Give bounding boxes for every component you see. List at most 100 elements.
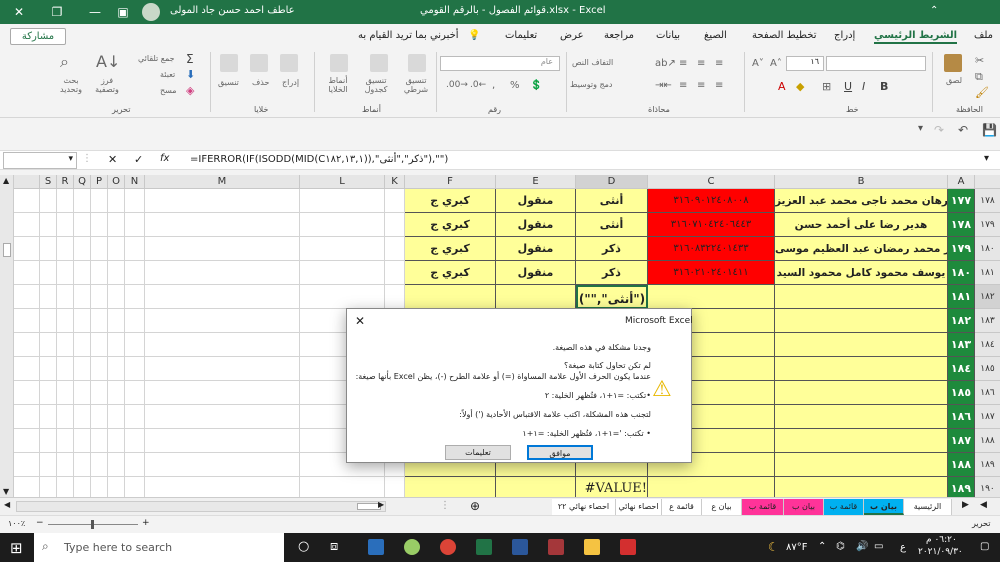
tab-review[interactable]: مراجعة	[604, 30, 634, 41]
cell-o[interactable]	[108, 285, 125, 309]
cell-o[interactable]	[108, 453, 125, 477]
cell-q[interactable]	[74, 309, 91, 333]
column-header-q[interactable]: Q	[74, 175, 91, 189]
fill-button[interactable]: تعبئة	[160, 70, 175, 79]
fill-color-icon[interactable]: ◆	[796, 80, 804, 93]
cell-q[interactable]	[74, 285, 91, 309]
confirm-entry-icon[interactable]: ✓	[134, 153, 143, 166]
cell-r[interactable]	[57, 477, 74, 497]
tell-me-search[interactable]: أخبرني بما تريد القيام به	[358, 30, 459, 41]
cell-o[interactable]	[108, 213, 125, 237]
row-header[interactable]: ١٨٦	[975, 381, 1000, 405]
cell-c[interactable]: ٣١٦٠٧١٠٤٢٤٠٦٤٤٣	[648, 213, 775, 237]
sheet-tab[interactable]: قائمة ب	[742, 499, 784, 515]
cell-a[interactable]: ١٨٥	[948, 381, 975, 405]
cell-b[interactable]	[775, 333, 948, 357]
cell-m[interactable]	[145, 261, 300, 285]
cell-o[interactable]	[108, 237, 125, 261]
cell-k[interactable]	[385, 285, 405, 309]
cell-b[interactable]: ياسر محمد رمضان عبد العظيم موسى	[775, 237, 948, 261]
row-header[interactable]: ١٨٧	[975, 405, 1000, 429]
cell-a[interactable]: ١٧٧	[948, 189, 975, 213]
cell-s[interactable]	[40, 189, 57, 213]
cell-r[interactable]	[57, 213, 74, 237]
tab-view[interactable]: عرض	[560, 30, 584, 41]
orientation-icon[interactable]: ab↗	[655, 58, 676, 69]
close-window-button[interactable]: ✕	[0, 0, 38, 24]
column-header-l[interactable]: L	[300, 175, 385, 189]
cell-e[interactable]: منقول	[496, 261, 576, 285]
cut-icon[interactable]: ✂	[975, 54, 984, 67]
cell-a[interactable]: ١٨١	[948, 285, 975, 309]
row-header[interactable]: ١٨٤	[975, 333, 1000, 357]
cell-n[interactable]	[125, 213, 145, 237]
align-right-icon[interactable]: ≡	[715, 80, 723, 91]
column-header-c[interactable]: C	[648, 175, 775, 189]
row-header[interactable]: ١٧٩	[975, 213, 1000, 237]
cell-x[interactable]	[14, 453, 40, 477]
cell-q[interactable]	[74, 381, 91, 405]
select-all-corner[interactable]	[975, 175, 1000, 189]
paint-icon[interactable]	[404, 539, 420, 555]
cell-s[interactable]	[40, 405, 57, 429]
scroll-left-icon[interactable]: ◀	[4, 500, 10, 509]
cell-d[interactable]: ("","أنثى")	[576, 285, 648, 309]
weather-temp[interactable]: ٨٧°F	[786, 542, 808, 553]
cell-a[interactable]: ١٨٨	[948, 453, 975, 477]
cell-n[interactable]	[125, 189, 145, 213]
cell-x[interactable]	[14, 333, 40, 357]
column-header-f[interactable]: F	[405, 175, 496, 189]
zoom-slider-handle[interactable]	[91, 520, 94, 529]
sheet-tab[interactable]: بيان ع	[702, 499, 742, 515]
tab-scroll-right-icon[interactable]: ▶	[962, 500, 969, 510]
notifications-icon[interactable]: ▢	[980, 541, 989, 552]
cell-r[interactable]	[57, 357, 74, 381]
cell-n[interactable]	[125, 453, 145, 477]
format-table-icon[interactable]	[370, 54, 388, 72]
clock-date[interactable]: ٢٠٢١/٠٩/٣٠	[918, 547, 963, 557]
cell-m[interactable]	[145, 333, 300, 357]
cell-s[interactable]	[40, 429, 57, 453]
cell-c[interactable]: ٣١٦٠٩٠١٢٤٠٨٠٠٨	[648, 189, 775, 213]
cell-a[interactable]: ١٨٠	[948, 261, 975, 285]
cell-q[interactable]	[74, 477, 91, 497]
row-header[interactable]: ١٨٥	[975, 357, 1000, 381]
cell-n[interactable]	[125, 285, 145, 309]
file-explorer-icon[interactable]	[584, 539, 600, 555]
redo-icon[interactable]: ↷	[934, 123, 944, 137]
format-cells-icon[interactable]	[220, 54, 238, 72]
ok-button[interactable]: موافق	[527, 445, 593, 460]
clear-button[interactable]: مسح	[160, 86, 177, 95]
row-header[interactable]: ١٨٠	[975, 237, 1000, 261]
cell-p[interactable]	[91, 285, 108, 309]
row-header[interactable]: ١٨٩	[975, 453, 1000, 477]
comma-icon[interactable]: ,	[492, 80, 495, 91]
cell-b[interactable]	[775, 429, 948, 453]
font-size-box[interactable]: ١٦	[786, 56, 824, 71]
cell-k[interactable]	[385, 261, 405, 285]
network-icon[interactable]: ⌬	[836, 541, 845, 552]
cell-l[interactable]	[300, 261, 385, 285]
tab-file[interactable]: ملف	[974, 30, 993, 41]
dialog-close-icon[interactable]: ✕	[355, 314, 365, 328]
tab-scroll-left-icon[interactable]: ◀	[980, 500, 987, 510]
column-header-n[interactable]: N	[125, 175, 145, 189]
cell-q[interactable]	[74, 453, 91, 477]
row-header[interactable]: ١٨٨	[975, 429, 1000, 453]
cell-m[interactable]	[145, 405, 300, 429]
cell-s[interactable]	[40, 381, 57, 405]
cell-b[interactable]	[775, 381, 948, 405]
cell-e[interactable]: منقول	[496, 213, 576, 237]
avatar[interactable]	[142, 3, 160, 21]
cell-d[interactable]: أنثى	[576, 189, 648, 213]
cell-x[interactable]	[14, 405, 40, 429]
cell-c[interactable]	[648, 285, 775, 309]
scroll-up-icon[interactable]: ▲	[3, 176, 9, 185]
task-view-icon[interactable]: ⧈	[330, 539, 338, 554]
cell-k[interactable]	[385, 213, 405, 237]
autosum-button[interactable]: جمع تلقائي	[138, 54, 175, 63]
cell-s[interactable]	[40, 477, 57, 497]
bold-icon[interactable]: B	[880, 80, 888, 93]
cell-m[interactable]	[145, 285, 300, 309]
cell-s[interactable]	[40, 333, 57, 357]
